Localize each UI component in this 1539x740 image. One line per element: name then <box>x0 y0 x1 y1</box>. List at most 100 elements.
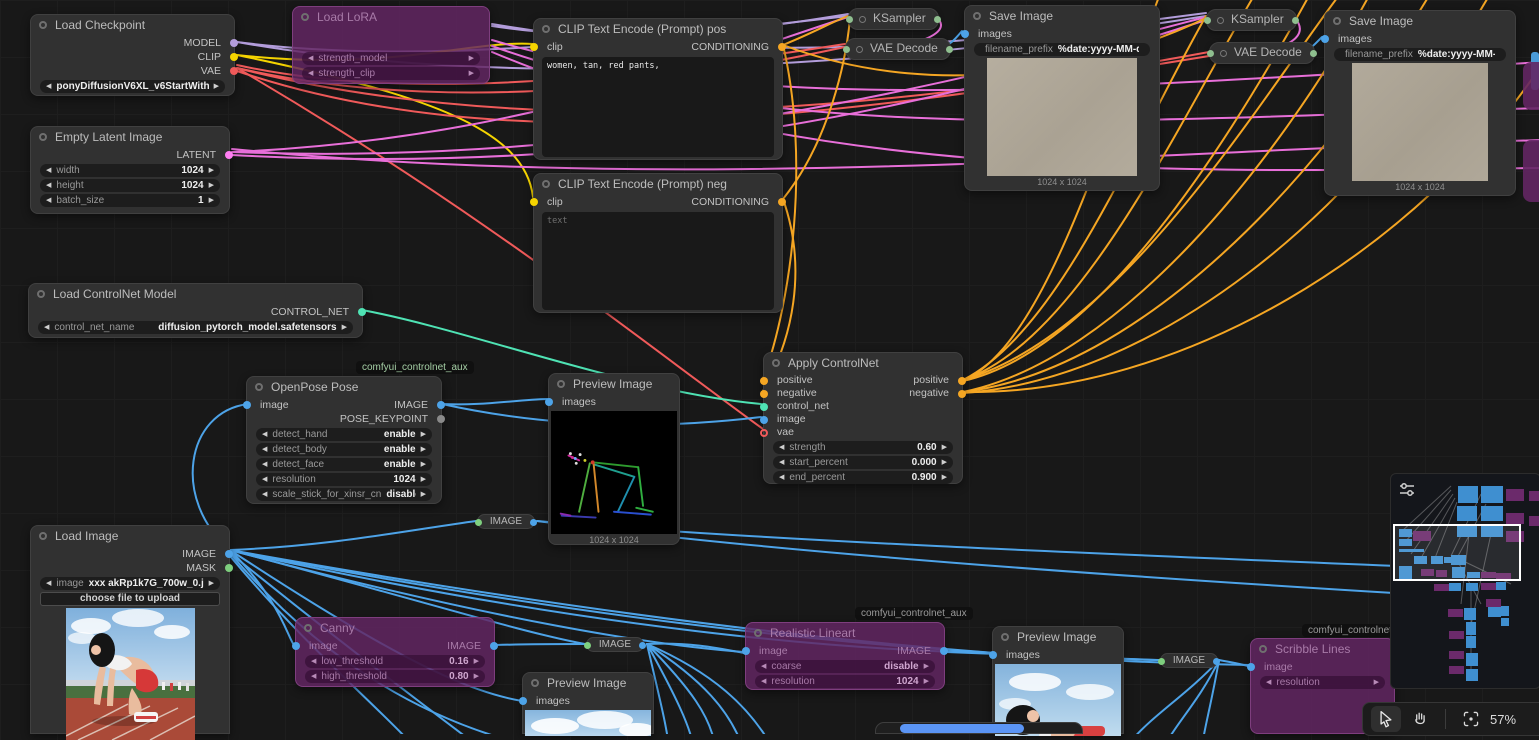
node-load-lora[interactable]: Load LoRA ◀ strength_model ▶ ◀ strength_cli… <box>292 6 490 84</box>
choose-file-button[interactable]: choose file to upload <box>40 592 220 606</box>
resolution-widget[interactable]: ◀ resolution ▶ <box>1260 676 1385 689</box>
control-net-slot-dot[interactable] <box>358 308 366 316</box>
model-slot-dot[interactable] <box>230 39 238 47</box>
input-control-net[interactable]: control_net <box>760 400 962 413</box>
output-dot[interactable] <box>1309 50 1317 57</box>
collapse-icon[interactable] <box>557 380 565 388</box>
scale-stick-widget[interactable]: ◀ scale_stick_for_xinsr_cn disable ▶ <box>256 488 432 501</box>
arrow-right-icon[interactable]: ▶ <box>214 80 219 93</box>
start-percent-widget[interactable]: ◀ start_percent 0.000 ▶ <box>773 456 953 469</box>
collapse-icon[interactable] <box>39 21 47 29</box>
output-conditioning[interactable]: CONDITIONING <box>691 195 786 209</box>
low-threshold-widget[interactable]: ◀ low_threshold 0.16 ▶ <box>305 655 485 668</box>
collapse-icon[interactable] <box>304 624 312 632</box>
node-title[interactable]: Preview Image <box>549 374 679 395</box>
node-title[interactable]: Apply ControlNet <box>764 353 962 374</box>
collapse-icon[interactable] <box>1001 633 1009 641</box>
node-title[interactable]: Empty Latent Image <box>31 127 229 148</box>
collapse-icon[interactable] <box>973 12 981 20</box>
conditioning-slot-dot[interactable] <box>778 43 786 51</box>
input-images[interactable]: images <box>1321 32 1515 46</box>
input-image[interactable]: image <box>1247 660 1394 674</box>
images-slot-dot[interactable] <box>1321 35 1329 43</box>
high-threshold-widget[interactable]: ◀ high_threshold 0.80 ▶ <box>305 670 485 683</box>
arrow-left-icon[interactable]: ◀ <box>262 443 267 456</box>
strength-model-widget[interactable]: ◀ strength_model ▶ <box>302 52 480 65</box>
output-positive[interactable]: positive <box>913 374 966 387</box>
arrow-right-icon[interactable]: ▶ <box>209 164 214 177</box>
height-widget[interactable]: ◀ height 1024 ▶ <box>40 179 220 192</box>
detect-body-widget[interactable]: ◀ detect_body enable ▶ <box>256 443 432 456</box>
arrow-right-icon[interactable]: ▶ <box>421 443 426 456</box>
arrow-right-icon[interactable]: ▶ <box>421 473 426 486</box>
control-net-slot-dot[interactable] <box>760 403 768 411</box>
node-vae-decode-2[interactable]: VAE Decode <box>1207 42 1317 64</box>
resolution-widget[interactable]: ◀ resolution 1024 ▶ <box>256 473 432 486</box>
input-dot[interactable] <box>1204 17 1211 24</box>
arrow-right-icon[interactable]: ▶ <box>421 488 426 501</box>
output-control-net[interactable]: CONTROL_NET <box>29 305 366 319</box>
output-image[interactable]: IMAGE <box>394 398 445 412</box>
arrow-left-icon[interactable]: ◀ <box>46 194 51 207</box>
filename-prefix-widget[interactable]: filename_prefix %date:yyyy-MM-dd% <box>974 43 1150 56</box>
conditioning-slot-dot[interactable] <box>958 390 966 398</box>
images-slot-dot[interactable] <box>545 398 553 406</box>
resolution-widget[interactable]: ◀ resolution 1024 ▶ <box>755 675 935 688</box>
minimap[interactable] <box>1390 473 1539 689</box>
image-slot-dot[interactable] <box>490 642 498 650</box>
arrow-left-icon[interactable]: ◀ <box>308 52 313 65</box>
arrow-left-icon[interactable]: ◀ <box>779 456 784 469</box>
node-title[interactable]: Load ControlNet Model <box>29 284 362 305</box>
pose-keypoint-slot-dot[interactable] <box>437 415 445 423</box>
collapse-icon[interactable] <box>754 629 762 637</box>
minimap-settings-icon[interactable] <box>1398 481 1416 499</box>
node-canny[interactable]: Canny image IMAGE ◀ low_threshold 0.16 ▶ ◀ hi… <box>292 617 498 687</box>
arrow-right-icon[interactable]: ▶ <box>469 67 474 80</box>
detect-hand-widget[interactable]: ◀ detect_hand enable ▶ <box>256 428 432 441</box>
images-slot-dot[interactable] <box>519 697 527 705</box>
input-images[interactable]: images <box>989 648 1123 662</box>
clip-slot-dot[interactable] <box>530 198 538 206</box>
collapse-icon[interactable] <box>1217 16 1224 24</box>
node-ksampler-1[interactable]: KSampler <box>846 8 941 30</box>
prompt-textarea[interactable]: women, tan, red pants, <box>542 57 774 157</box>
clouds-image-preview[interactable] <box>525 710 651 736</box>
loaded-photo-preview[interactable] <box>65 608 195 740</box>
image-slot-dot[interactable] <box>742 647 750 655</box>
node-title[interactable]: CLIP Text Encode (Prompt) pos <box>534 19 782 40</box>
node-ksampler-2[interactable]: KSampler <box>1204 9 1299 31</box>
collapse-icon[interactable] <box>301 13 309 21</box>
node-title[interactable]: Preview Image <box>993 627 1123 648</box>
node-openpose-pose[interactable]: OpenPose Pose image IMAGE POSE_KEYPOINT ◀… <box>243 376 445 504</box>
collapse-icon[interactable] <box>1259 645 1267 653</box>
node-clip-text-encode-neg[interactable]: CLIP Text Encode (Prompt) neg clip CONDIT… <box>530 173 786 313</box>
arrow-left-icon[interactable]: ◀ <box>308 67 313 80</box>
node-title[interactable]: Scribble Lines <box>1251 639 1394 660</box>
input-dot[interactable] <box>584 641 591 649</box>
arrow-right-icon[interactable]: ▶ <box>942 471 947 484</box>
arrow-right-icon[interactable]: ▶ <box>924 660 929 673</box>
clip-slot-dot[interactable] <box>230 53 238 61</box>
node-title[interactable]: Realistic Lineart <box>746 623 944 644</box>
output-vae[interactable]: VAE <box>31 64 238 78</box>
arrow-left-icon[interactable]: ◀ <box>262 458 267 471</box>
collapse-icon[interactable] <box>542 180 550 188</box>
arrow-left-icon[interactable]: ◀ <box>46 577 51 590</box>
ckpt-name-combo[interactable]: ◀ ponyDiffusionV6XL_v6StartWithThisOne...… <box>40 80 225 93</box>
input-dot[interactable] <box>1207 50 1214 57</box>
conditioning-slot-dot[interactable] <box>958 377 966 385</box>
collapse-icon[interactable] <box>856 45 863 53</box>
image-slot-dot[interactable] <box>940 647 948 655</box>
input-image[interactable]: image <box>243 398 289 412</box>
output-dot[interactable] <box>530 518 537 526</box>
node-preview-image-woman[interactable]: Preview Image images <box>989 626 1124 736</box>
batch-size-widget[interactable]: ◀ batch_size 1 ▶ <box>40 194 220 207</box>
output-image[interactable]: IMAGE <box>897 644 948 658</box>
collapse-icon[interactable] <box>39 532 47 540</box>
arrow-right-icon[interactable]: ▶ <box>474 655 479 668</box>
node-clip-text-encode-pos[interactable]: CLIP Text Encode (Prompt) pos clip CONDIT… <box>530 18 786 160</box>
conditioning-slot-dot[interactable] <box>760 377 768 385</box>
input-image[interactable]: image <box>760 413 962 426</box>
canvas-toolbar[interactable]: 57% <box>1362 702 1539 736</box>
collapse-icon[interactable] <box>37 290 45 298</box>
